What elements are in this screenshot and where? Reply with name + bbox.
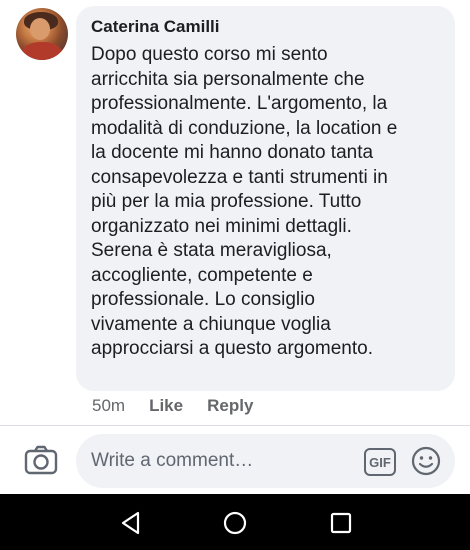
- avatar[interactable]: [16, 8, 68, 60]
- comment-composer: GIF: [76, 434, 455, 488]
- comment-author[interactable]: Caterina Camilli: [91, 17, 441, 37]
- camera-icon[interactable]: [24, 444, 58, 476]
- back-triangle-icon[interactable]: [118, 510, 144, 536]
- home-circle-icon[interactable]: [222, 510, 248, 536]
- reply-button[interactable]: Reply: [207, 396, 253, 416]
- gif-icon[interactable]: GIF: [364, 448, 396, 476]
- like-button[interactable]: Like: [149, 396, 183, 416]
- comment-text: Dopo questo corso mi sento arricchita si…: [91, 44, 398, 359]
- smiley-icon[interactable]: [411, 446, 441, 476]
- comment-input[interactable]: [91, 446, 356, 476]
- comment-actions: 50m Like Reply: [92, 396, 253, 416]
- avatar-face: [30, 18, 50, 40]
- recents-square-icon[interactable]: [328, 510, 354, 536]
- comment-timestamp[interactable]: 50m: [92, 396, 125, 416]
- avatar-shirt: [22, 42, 62, 60]
- system-navbar: [0, 494, 470, 550]
- divider: [0, 425, 470, 426]
- comment-bubble: Caterina Camilli Dopo questo corso mi se…: [76, 6, 455, 391]
